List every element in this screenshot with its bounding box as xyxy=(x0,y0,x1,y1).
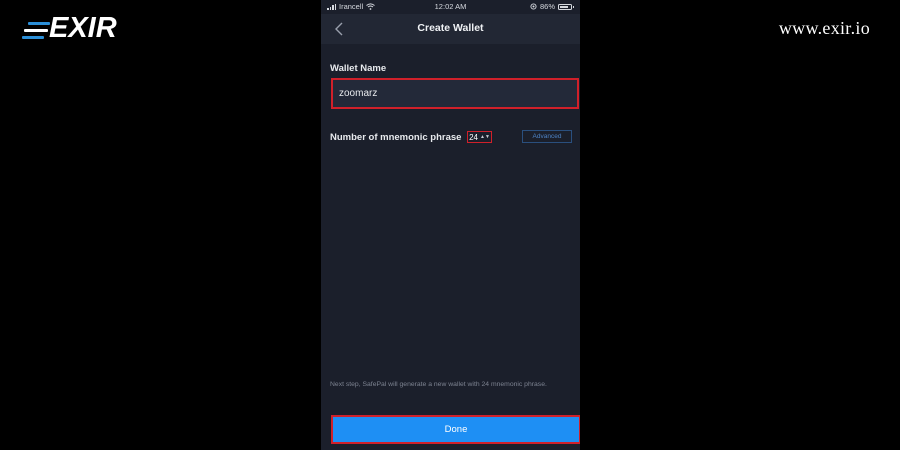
phone-screen: Irancell 12:02 AM 86% Create Wallet Wall… xyxy=(321,0,580,450)
wallet-name-input[interactable] xyxy=(331,78,579,109)
logo-speed-bars-icon xyxy=(22,20,52,42)
up-down-arrows-icon: ▲▼ xyxy=(480,133,490,140)
location-icon xyxy=(530,3,537,10)
status-bar: Irancell 12:02 AM 86% xyxy=(321,0,580,14)
mnemonic-count-value: 24 xyxy=(469,132,478,142)
battery-icon xyxy=(558,3,574,10)
mnemonic-count-select[interactable]: 24 ▲▼ xyxy=(467,131,492,143)
wallet-name-label: Wallet Name xyxy=(330,63,387,74)
exir-logo: EXIR xyxy=(22,12,117,46)
logo-text: EXIR xyxy=(49,12,117,44)
site-url: www.exir.io xyxy=(778,18,870,38)
page-title: Create Wallet xyxy=(417,22,484,34)
battery-percent: 86% xyxy=(539,2,555,11)
done-button[interactable]: Done xyxy=(331,415,580,444)
nav-bar: Create Wallet xyxy=(321,14,580,44)
next-step-hint: Next step, SafePal will generate a new w… xyxy=(330,381,547,388)
mnemonic-count-label: Number of mnemonic phrase xyxy=(330,132,462,143)
advanced-button[interactable]: Advanced xyxy=(522,130,572,143)
